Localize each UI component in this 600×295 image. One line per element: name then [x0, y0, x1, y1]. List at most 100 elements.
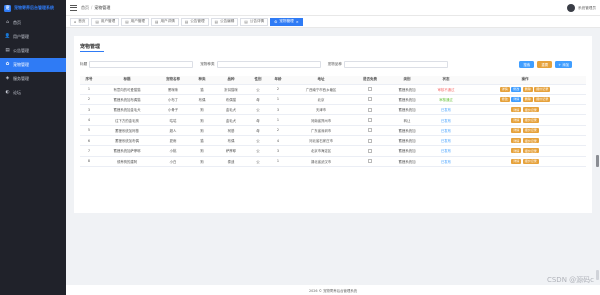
search-button[interactable]: 搜索 [519, 60, 535, 68]
table-row: 8 领养狗的建阿 小白狗泰迪公 1 湖北省武汉市 蓄狸系统加 已发布 详情 报价记录 [80, 156, 586, 167]
cell-breed: 布偶 [214, 135, 248, 147]
free-checkbox[interactable] [368, 118, 372, 123]
filter-breed: 宠物品种 [327, 60, 448, 68]
row-actions: 修改 详情 删除 报价记录 [464, 96, 586, 102]
cell-title: 蓄狸系统加金毛犬 [98, 104, 156, 116]
cell-free [354, 145, 386, 157]
tab-5[interactable]: ▤ 公告编辑 [210, 17, 239, 26]
avatar[interactable] [567, 4, 576, 12]
cell-actions: 详情 报价记录 [464, 114, 586, 126]
menu-toggle-icon[interactable] [70, 4, 77, 11]
breed-search-input[interactable] [343, 60, 448, 68]
free-checkbox[interactable] [368, 128, 372, 133]
side-scroll-marker [596, 270, 599, 280]
tab-6[interactable]: ▤ 公告详情 [240, 17, 269, 26]
action-button[interactable]: 详情 [511, 138, 522, 144]
action-button[interactable]: 报价记录 [522, 148, 539, 154]
action-button[interactable]: 报价记录 [522, 158, 539, 164]
cell-actions: 详情 报价记录 [464, 125, 586, 136]
filter-title-label: 标题 [80, 61, 88, 66]
cell-breed: 柯基 [214, 125, 248, 136]
action-button[interactable]: 删除 [522, 86, 533, 92]
close-icon[interactable]: × [296, 20, 299, 24]
cell-actions: 修改 详情 删除 报价记录 [464, 94, 586, 106]
free-checkbox[interactable] [368, 87, 372, 92]
free-checkbox[interactable] [368, 107, 372, 112]
action-button[interactable]: 报价记录 [534, 86, 551, 92]
scroll-handle[interactable] [596, 155, 599, 167]
status-badge: 已发布 [428, 135, 464, 147]
reset-button[interactable]: 重置 [537, 60, 553, 68]
cell-breed: 萨摩耶 [214, 145, 248, 157]
column-header: 类别 [386, 76, 428, 85]
title-search-input[interactable] [89, 60, 194, 68]
notice-icon: ▤ [5, 47, 10, 53]
action-button[interactable]: 详情 [511, 127, 522, 133]
filter-actions: 搜索 重置 + 添加 [519, 60, 572, 68]
tab-1[interactable]: ▤ 用户管理 [91, 17, 120, 26]
tab-7[interactable]: ⚙ 宠物管理 × [270, 17, 303, 26]
watermark: CSDN @源码c [546, 276, 594, 284]
sidebar-item-4[interactable]: ◈ 服务管理 [0, 72, 66, 86]
cell-age: 3 [268, 104, 288, 116]
cell-name: 小骨子 [156, 104, 190, 116]
action-button[interactable]: 报价记录 [522, 117, 539, 123]
action-button[interactable]: 详情 [511, 96, 522, 102]
action-button[interactable]: 报价记录 [534, 96, 551, 102]
action-button[interactable]: 修改 [511, 86, 522, 92]
cell-breed: 泰迪 [214, 156, 248, 167]
tab-2[interactable]: ▤ 用户管理 [121, 17, 150, 26]
tab-3[interactable]: ▤ 用户详情 [151, 17, 179, 26]
cell-sex: 公 [248, 135, 268, 147]
sidebar-item-3[interactable]: ✿ 宠物管理 [0, 58, 66, 72]
sidebar-item-1[interactable]: 👤 用户管理 [0, 30, 66, 44]
cell-idx: 5 [80, 125, 98, 136]
action-button[interactable]: 删除 [522, 96, 533, 102]
action-button[interactable]: 报价记录 [522, 127, 539, 133]
action-button[interactable]: 详情 [511, 148, 522, 154]
kind-search-input[interactable] [216, 60, 321, 68]
breadcrumb-home[interactable]: 首页 [81, 5, 89, 11]
cell-sex: 公 [248, 145, 268, 157]
cell-age: 3 [268, 145, 288, 157]
title-underline [80, 51, 104, 52]
action-button[interactable]: 详情 [499, 86, 510, 92]
user-name[interactable]: 系统管理员 [578, 6, 596, 11]
user-menu[interactable]: 系统管理员 [567, 4, 596, 12]
cell-free [354, 125, 386, 136]
sidebar-item-2[interactable]: ▤ 公告管理 [0, 44, 66, 58]
action-button[interactable]: 详情 [511, 117, 522, 123]
cell-addr: 天津市 [288, 104, 354, 116]
column-header: 种类 [190, 76, 214, 85]
doc-icon: ▤ [125, 19, 129, 24]
sidebar-item-0[interactable]: ⌂ 首页 [0, 16, 66, 30]
cell-sex: 公 [248, 156, 268, 167]
cell-breed: 金毛犬 [214, 114, 248, 126]
action-button[interactable]: 报价记录 [522, 138, 539, 144]
free-checkbox[interactable] [368, 138, 372, 143]
tab-4[interactable]: ▤ 公告管理 [180, 17, 209, 26]
status-badge: 已发布 [428, 145, 464, 157]
table-body: 1 有意向的可爱猫猫 黑咪咪猫折耳猫咪公 2 广西南宁市西乡塘区 蓄狸系统加 审核不通过 详情… [80, 84, 586, 167]
action-button[interactable]: 详情 [511, 158, 522, 164]
app-title: 宠物寄养后台管理系统 [14, 5, 54, 10]
home-icon: ⌂ [6, 19, 9, 25]
cell-type: 蓄狸系统加 [386, 135, 428, 147]
sidebar-item-5[interactable]: ◐ 论坛 [0, 86, 66, 100]
tab-label: 首页 [78, 19, 86, 23]
free-checkbox[interactable] [368, 97, 372, 102]
add-button[interactable]: + 添加 [555, 60, 572, 68]
table-row: 6 蓄狸系统加布偶 夏雨猫布偶公 4 河北省石家庄市 蓄狸系统加 已发布 详情 报价记录 [80, 135, 586, 147]
doc-icon: ▤ [95, 19, 99, 24]
brand: 宠 宠物寄养后台管理系统 [0, 0, 66, 16]
filter-breed-label: 宠物品种 [327, 61, 342, 66]
action-button[interactable]: 报价记录 [522, 107, 539, 113]
table-header-row: 序号 标题 宠物名称 种类 品种 性别 年龄 地址 是否免费 类别 状态 操作 [80, 76, 586, 85]
column-header: 性别 [248, 76, 268, 85]
free-checkbox[interactable] [368, 159, 372, 164]
tab-0[interactable]: ⌂ 首页 [70, 17, 90, 26]
action-button[interactable]: 详情 [511, 107, 522, 113]
cell-free [354, 104, 386, 116]
action-button[interactable]: 修改 [499, 96, 510, 102]
free-checkbox[interactable] [368, 148, 372, 153]
